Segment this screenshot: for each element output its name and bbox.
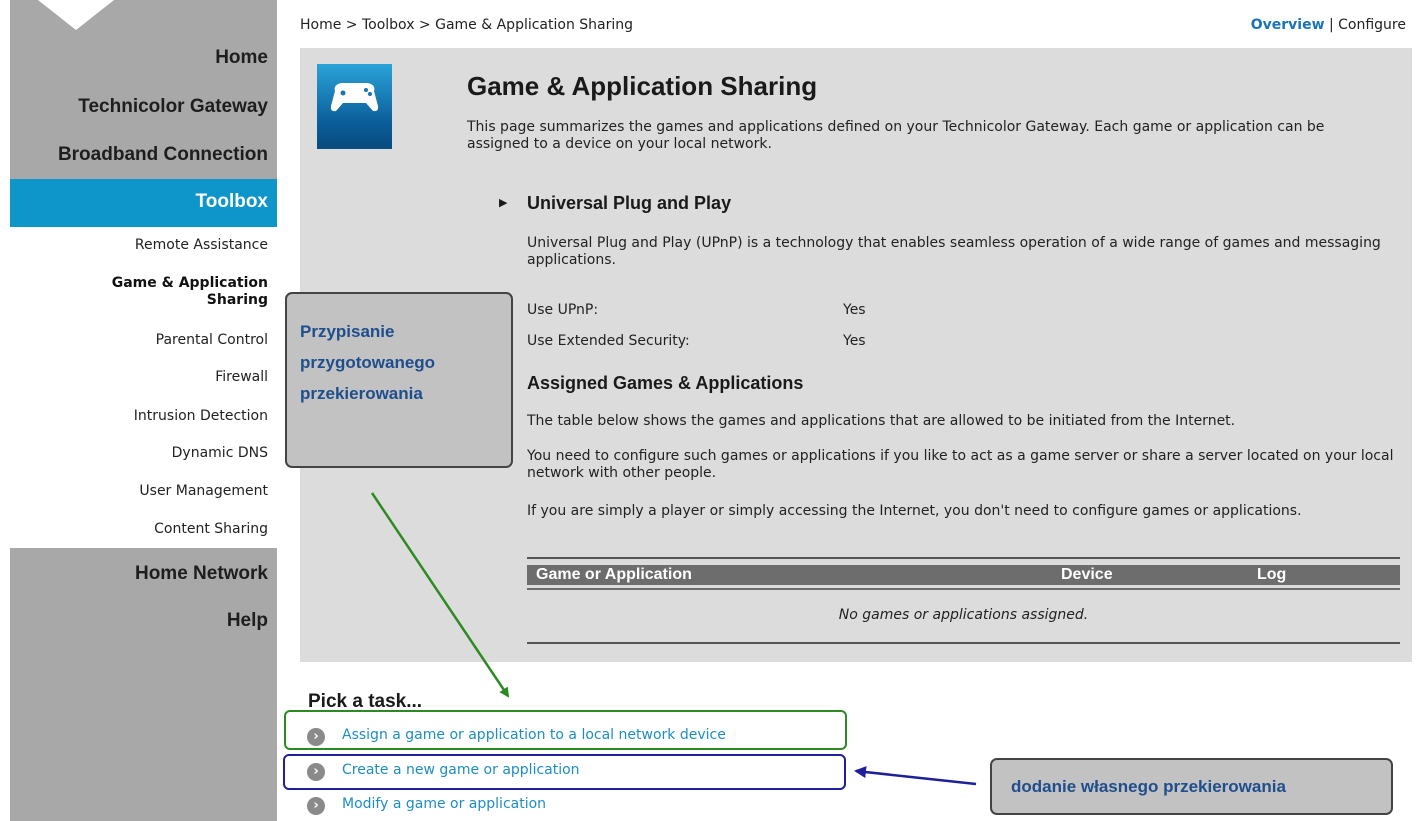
upnp-description: Universal Plug and Play (UPnP) is a tech… — [527, 235, 1381, 268]
table-header-row: Game or Application Device Log — [527, 565, 1400, 585]
toolbox-submenu: Remote Assistance Game & Application Sha… — [10, 227, 277, 548]
extended-security-value: Yes — [843, 333, 866, 349]
submenu-remote-assistance[interactable]: Remote Assistance — [135, 237, 268, 253]
annotation-note-create: dodanie własnego przekierowania — [990, 758, 1393, 815]
table-empty-message: No games or applications assigned. — [838, 607, 1089, 623]
submenu-user-management[interactable]: User Management — [139, 483, 268, 499]
sidebar: Home Technicolor Gateway Broadband Conne… — [10, 0, 277, 821]
bullet-triangle-icon: ▶ — [499, 196, 508, 209]
configure-link[interactable]: Configure — [1338, 17, 1406, 33]
annotation-note-line: Przypisanie — [300, 322, 395, 341]
assigned-paragraph-2: You need to configure such games or appl… — [527, 448, 1394, 481]
assigned-paragraph-3: If you are simply a player or simply acc… — [527, 503, 1302, 519]
column-device: Device — [1061, 566, 1113, 583]
sidebar-item-home[interactable]: Home — [10, 47, 268, 69]
submenu-parental-control[interactable]: Parental Control — [156, 332, 268, 348]
annotation-note-line: przekierowania — [300, 384, 423, 403]
table-divider — [527, 588, 1400, 590]
sidebar-item-home-network[interactable]: Home Network — [10, 563, 268, 585]
sidebar-item-technicolor-gateway[interactable]: Technicolor Gateway — [10, 96, 268, 118]
sidebar-item-toolbox[interactable]: Toolbox — [10, 179, 277, 227]
column-log: Log — [1257, 566, 1287, 583]
submenu-game-label-line1: Game & Application — [111, 275, 268, 291]
annotation-note-text: dodanie własnego przekierowania — [1011, 777, 1286, 796]
sidebar-item-help[interactable]: Help — [10, 610, 268, 632]
annotation-highlight-create — [283, 754, 846, 790]
use-upnp-label: Use UPnP: — [527, 302, 599, 318]
column-game-or-application: Game or Application — [536, 566, 692, 583]
annotation-note-line: przygotowanego — [300, 353, 436, 372]
extended-security-label: Use Extended Security: — [527, 333, 690, 349]
sidebar-item-broadband-connection[interactable]: Broadband Connection — [10, 144, 268, 166]
sidebar-item-toolbox-label: Toolbox — [195, 191, 268, 212]
overview-link[interactable]: Overview — [1251, 17, 1325, 33]
breadcrumb: Home > Toolbox > Game & Application Shar… — [300, 17, 634, 33]
submenu-content-sharing[interactable]: Content Sharing — [154, 521, 268, 537]
assigned-games-table: Game or Application Device Log No games … — [527, 557, 1400, 644]
sidebar-notch — [38, 0, 114, 30]
view-switcher: Overview | Configure — [1251, 17, 1406, 33]
chevron-right-icon: › — [307, 797, 325, 815]
use-upnp-value: Yes — [843, 302, 866, 318]
view-separator: | — [1328, 17, 1334, 33]
annotation-note-assign: Przypisanie przygotowanego przekierowani… — [285, 292, 513, 468]
submenu-intrusion-detection[interactable]: Intrusion Detection — [134, 408, 268, 424]
gamepad-icon — [317, 64, 392, 149]
annotation-arrow-blue — [854, 766, 977, 786]
page-title: Game & Application Sharing — [467, 71, 818, 101]
assigned-heading: Assigned Games & Applications — [527, 373, 804, 393]
task-label: Modify a game or application — [342, 796, 547, 812]
assigned-paragraph-1: The table below shows the games and appl… — [527, 413, 1236, 429]
page-intro: This page summarizes the games and appli… — [467, 119, 1325, 152]
annotation-highlight-assign — [284, 710, 847, 750]
submenu-dynamic-dns[interactable]: Dynamic DNS — [172, 445, 268, 461]
submenu-game-label-line2: Sharing — [206, 292, 268, 308]
upnp-heading: Universal Plug and Play — [527, 193, 732, 213]
submenu-firewall[interactable]: Firewall — [215, 369, 268, 385]
submenu-game-application-sharing[interactable]: Game & Application Sharing — [112, 275, 268, 309]
